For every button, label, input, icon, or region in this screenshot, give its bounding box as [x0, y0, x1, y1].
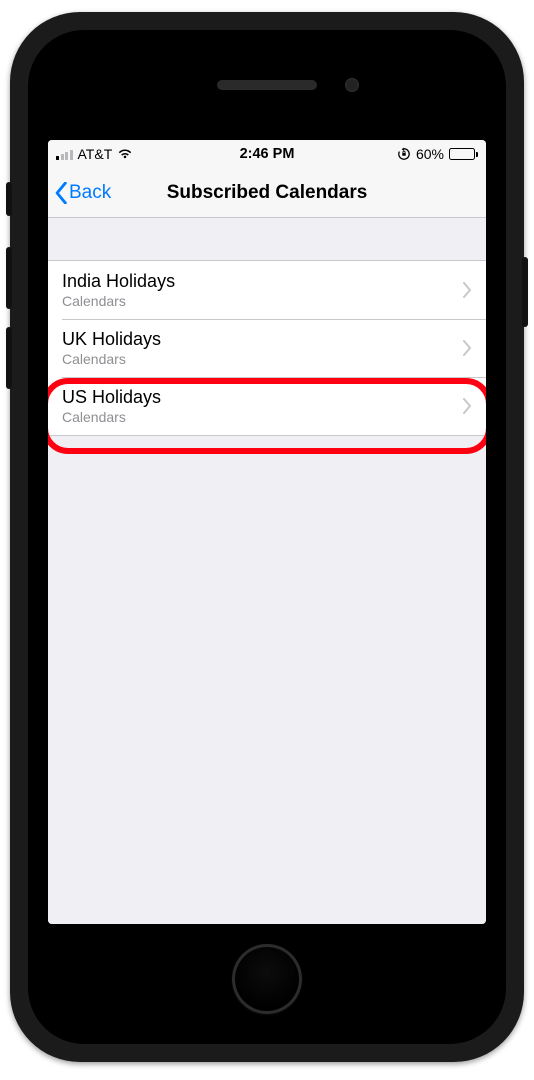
list-item[interactable]: US Holidays Calendars: [48, 377, 486, 435]
earpiece-speaker: [217, 80, 317, 90]
chevron-right-icon: [462, 398, 472, 414]
mute-switch[interactable]: [6, 182, 12, 216]
content-area: India Holidays Calendars UK Holidays Cal…: [48, 218, 486, 924]
page-title: Subscribed Calendars: [48, 182, 486, 204]
battery-icon: [449, 148, 478, 160]
wifi-icon: [117, 148, 133, 160]
back-label: Back: [69, 182, 111, 204]
power-button[interactable]: [522, 257, 528, 327]
list-item-title: UK Holidays: [62, 329, 454, 350]
screen: AT&T 2:46 PM 60%: [48, 140, 486, 924]
list-item-title: US Holidays: [62, 387, 454, 408]
volume-down-button[interactable]: [6, 327, 12, 389]
chevron-right-icon: [462, 340, 472, 356]
phone-body: AT&T 2:46 PM 60%: [28, 30, 506, 1044]
back-button[interactable]: Back: [54, 182, 111, 204]
carrier-label: AT&T: [78, 146, 113, 162]
list-item-subtitle: Calendars: [62, 351, 454, 367]
list-item[interactable]: India Holidays Calendars: [48, 261, 486, 319]
cellular-signal-icon: [56, 148, 73, 160]
navigation-bar: Back Subscribed Calendars: [48, 168, 486, 218]
chevron-left-icon: [54, 182, 69, 204]
front-camera: [345, 78, 359, 92]
home-button[interactable]: [232, 944, 302, 1014]
chevron-right-icon: [462, 282, 472, 298]
list-item[interactable]: UK Holidays Calendars: [48, 319, 486, 377]
volume-up-button[interactable]: [6, 247, 12, 309]
list-item-title: India Holidays: [62, 271, 454, 292]
list-item-subtitle: Calendars: [62, 409, 454, 425]
status-bar: AT&T 2:46 PM 60%: [48, 140, 486, 168]
orientation-lock-icon: [397, 147, 411, 161]
list-item-subtitle: Calendars: [62, 293, 454, 309]
phone-frame: AT&T 2:46 PM 60%: [10, 12, 524, 1062]
battery-percent-label: 60%: [416, 146, 444, 162]
subscribed-calendars-list: India Holidays Calendars UK Holidays Cal…: [48, 260, 486, 436]
